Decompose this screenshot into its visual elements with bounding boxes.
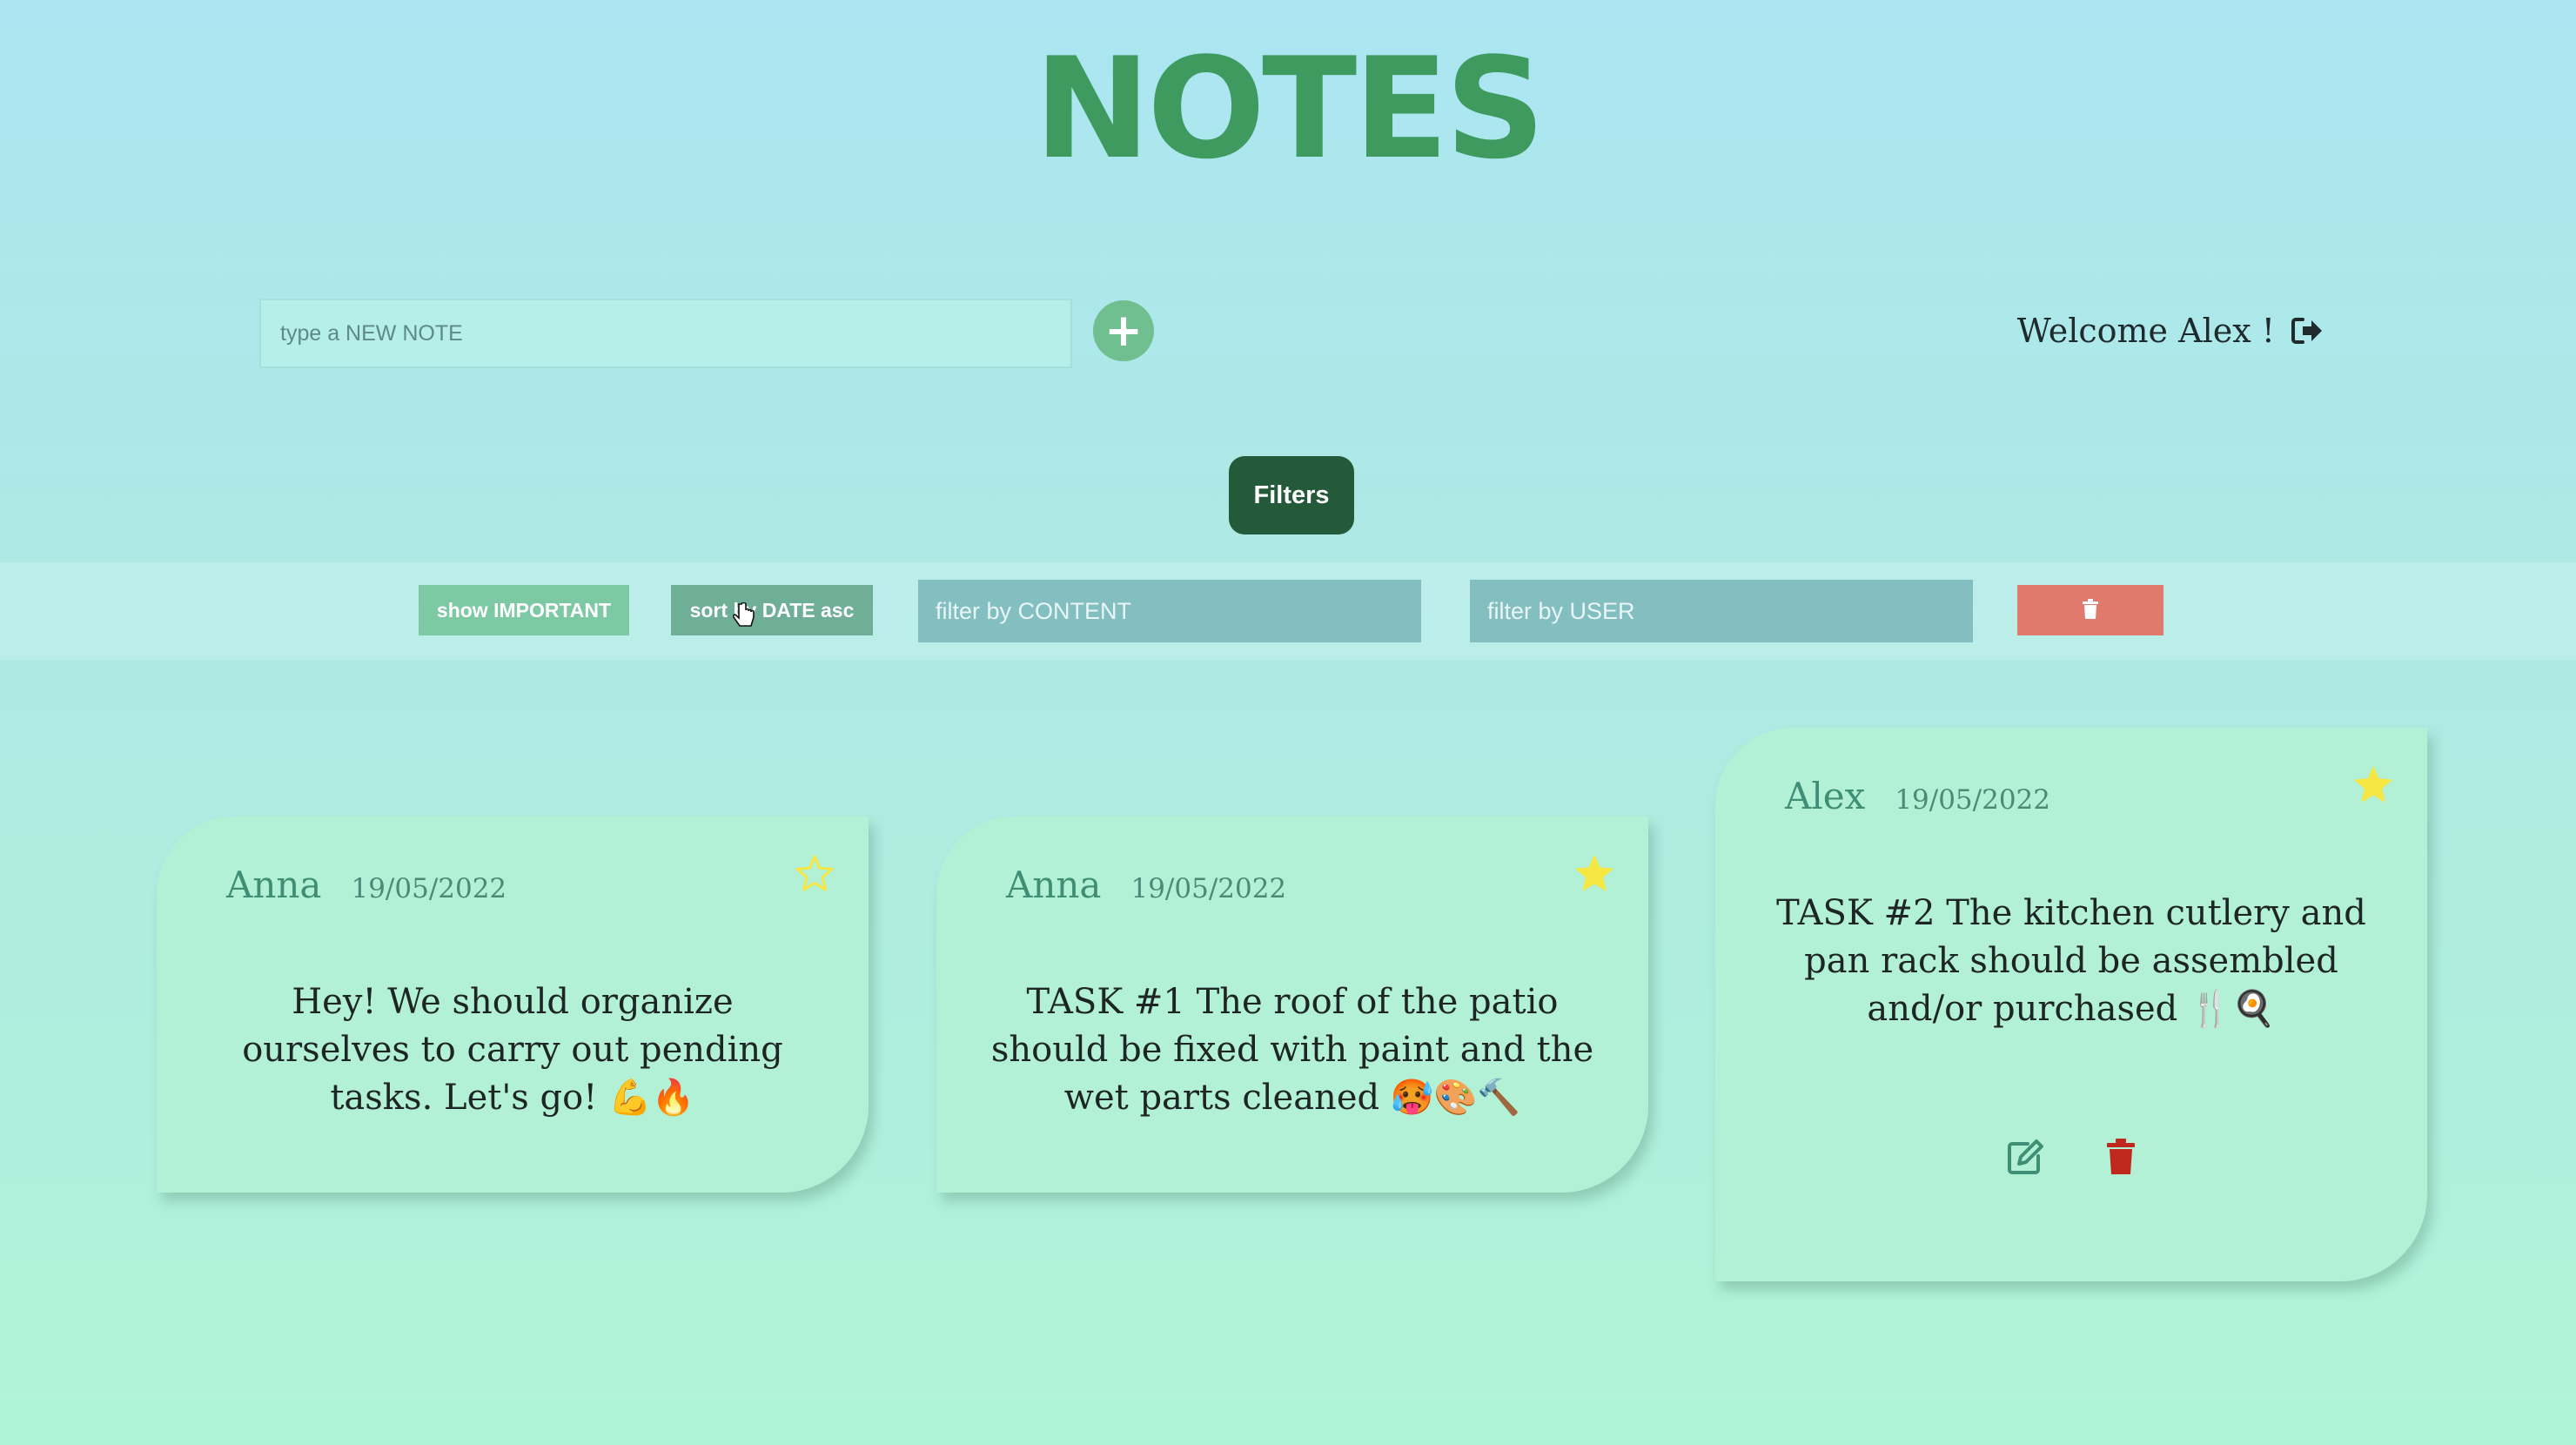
welcome-area: Welcome Alex ! [2017, 300, 2324, 361]
sort-by-date-button[interactable]: sort by DATE asc [671, 585, 873, 635]
star-icon[interactable] [1575, 855, 1613, 896]
filters-toggle-button[interactable]: Filters [1229, 456, 1354, 534]
star-icon[interactable] [2354, 766, 2392, 807]
note-card: Anna 19/05/2022 TASK #1 The roof of the … [936, 817, 1648, 1193]
note-card: Alex 19/05/2022 TASK #2 The kitchen cutl… [1715, 728, 2427, 1281]
delete-all-button[interactable] [2017, 585, 2163, 635]
note-date: 19/05/2022 [351, 873, 507, 904]
trash-icon [2082, 598, 2099, 622]
edit-icon[interactable] [2007, 1139, 2045, 1180]
filter-content-input[interactable] [918, 580, 1421, 642]
note-text: TASK #1 The roof of the patio should be … [990, 982, 1594, 1118]
new-note-input[interactable] [259, 299, 1072, 368]
trash-icon[interactable] [2106, 1139, 2136, 1180]
show-important-button[interactable]: show IMPORTANT [419, 585, 629, 635]
note-text: Hey! We should organize ourselves to car… [242, 982, 783, 1118]
logout-icon[interactable] [2291, 316, 2324, 346]
note-user: Anna [226, 864, 322, 906]
add-note-button[interactable]: + [1093, 300, 1154, 361]
page-title: NOTES [1034, 27, 1546, 190]
filter-user-input[interactable] [1470, 580, 1973, 642]
note-text: TASK #2 The kitchen cutlery and pan rack… [1776, 893, 2366, 1029]
hand-cursor-icon [732, 602, 755, 636]
note-user: Alex [1785, 775, 1866, 817]
note-user: Anna [1006, 864, 1102, 906]
note-card: Anna 19/05/2022 Hey! We should organize … [157, 817, 869, 1193]
star-icon[interactable] [795, 855, 834, 896]
note-date: 19/05/2022 [1130, 873, 1287, 904]
note-date: 19/05/2022 [1895, 784, 2050, 816]
welcome-text: Welcome Alex ! [2016, 312, 2275, 350]
